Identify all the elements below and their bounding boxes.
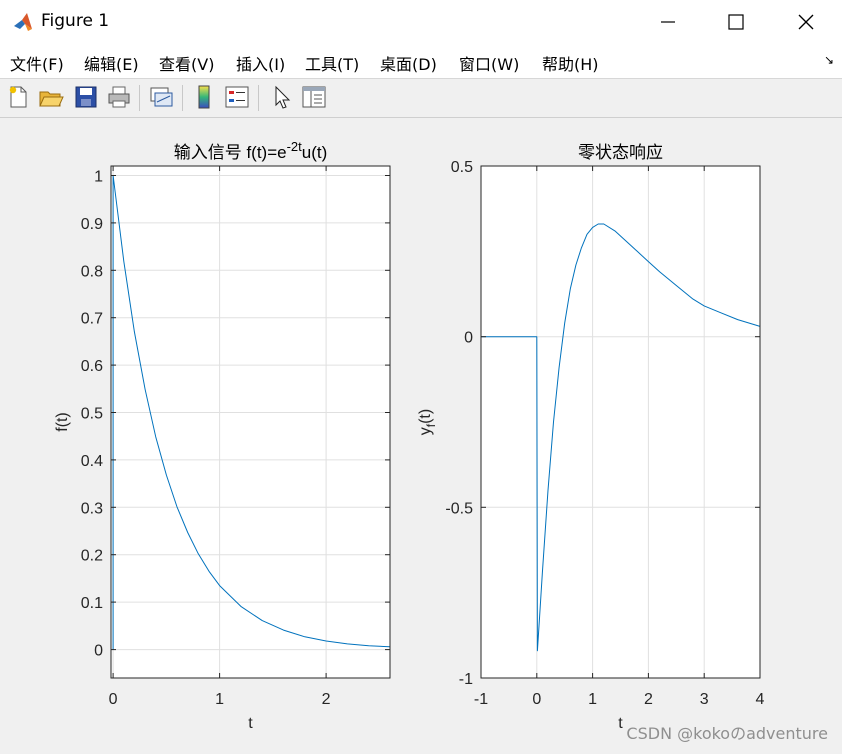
chart1-ytick-label: 0.2: [81, 548, 103, 565]
chart1-ytick-label: 0.4: [81, 453, 103, 470]
chart2-axes-bg: [481, 166, 760, 678]
close-icon: [798, 14, 814, 30]
chart2-ylabel: yf(t): [417, 409, 438, 435]
chart1-ytick-label: 0.6: [81, 358, 103, 375]
maximize-button[interactable]: [701, 0, 771, 44]
menu-edit[interactable]: 编辑(E): [84, 51, 139, 75]
legend-icon[interactable]: [224, 84, 250, 110]
chart1-ytick-label: 0.8: [81, 263, 103, 280]
chart1-xlabel: t: [248, 715, 253, 732]
chart1-ytick-label: 0.1: [81, 595, 103, 612]
chart1-xtick-label: 0: [109, 691, 118, 708]
chart1-ytick-label: 0.7: [81, 311, 103, 328]
figure-canvas: 0 1 2 0 0.1 0.2 0.3 0.4 0.5 0.6 0.7 0.8 0.9 1 t 输入信号 f(…: [0, 117, 842, 750]
chart2-xtick-label: 0: [532, 691, 541, 708]
colorbar-icon[interactable]: [191, 84, 217, 110]
chart1-xtick-label: 1: [215, 691, 224, 708]
save-icon[interactable]: [73, 84, 99, 110]
chart2-xlabel: t: [618, 715, 623, 732]
chart1-title: 输入信号 f(t)=e-2tu(t): [174, 139, 328, 162]
window-title: Figure 1: [41, 11, 110, 31]
chart1-ylabel: f(t): [54, 412, 71, 432]
menu-insert[interactable]: 插入(I): [236, 51, 285, 75]
chart1-ytick-label: 0: [94, 643, 103, 660]
figure-plots: 0 1 2 0 0.1 0.2 0.3 0.4 0.5 0.6 0.7 0.8 0.9 1 t 输入信号 f(…: [54, 139, 765, 732]
chart2-xtick-label: 2: [644, 691, 653, 708]
dock-arrow-icon[interactable]: ↘: [824, 53, 834, 67]
menu-tools[interactable]: 工具(T): [305, 51, 359, 75]
chart2-ytick-label: 0.5: [451, 159, 473, 176]
figure-toolbar: [0, 78, 842, 118]
chart2-ytick-label: 0: [464, 330, 473, 347]
menu-view[interactable]: 查看(V): [159, 51, 214, 75]
property-editor-icon[interactable]: [301, 84, 327, 110]
chart2-xtick-label: 1: [588, 691, 597, 708]
maximize-icon: [728, 14, 744, 30]
minimize-icon: [661, 21, 675, 23]
chart2-xtick-label: 3: [700, 691, 709, 708]
menu-help[interactable]: 帮助(H): [542, 51, 599, 75]
chart1-ytick-label: 0.5: [81, 406, 103, 423]
chart1-ytick-label: 0.9: [81, 216, 103, 233]
title-bar: Figure 1: [0, 0, 842, 44]
menu-file[interactable]: 文件(F): [10, 51, 64, 75]
chart1-ytick-label: 0.3: [81, 500, 103, 517]
minimize-button[interactable]: [633, 0, 703, 44]
toolbar-separator: [258, 85, 259, 111]
chart2-xtick-label: -1: [474, 691, 488, 708]
open-file-icon[interactable]: [38, 84, 64, 110]
matlab-logo-icon: [12, 11, 34, 33]
close-button[interactable]: [771, 0, 841, 44]
toolbar-separator: [139, 85, 140, 111]
toolbar-separator: [182, 85, 183, 111]
chart2-ytick-label: -0.5: [445, 500, 473, 517]
chart1-xtick-label: 2: [322, 691, 331, 708]
menu-bar: 文件(F) 编辑(E) 查看(V) 插入(I) 工具(T) 桌面(D) 窗口(W…: [0, 44, 842, 78]
menu-window[interactable]: 窗口(W): [459, 51, 519, 75]
chart1-ytick-label: 1: [94, 169, 103, 186]
print-icon[interactable]: [106, 84, 132, 110]
chart2-xtick-label: 4: [756, 691, 765, 708]
link-plot-icon[interactable]: [148, 84, 174, 110]
chart2-title: 零状态响应: [578, 143, 663, 162]
menu-desktop[interactable]: 桌面(D): [380, 51, 437, 75]
pointer-icon[interactable]: [268, 84, 294, 110]
watermark: CSDN @kokoのadventure: [626, 724, 828, 743]
chart2-ytick-label: -1: [459, 671, 473, 688]
new-figure-icon[interactable]: [5, 84, 31, 110]
